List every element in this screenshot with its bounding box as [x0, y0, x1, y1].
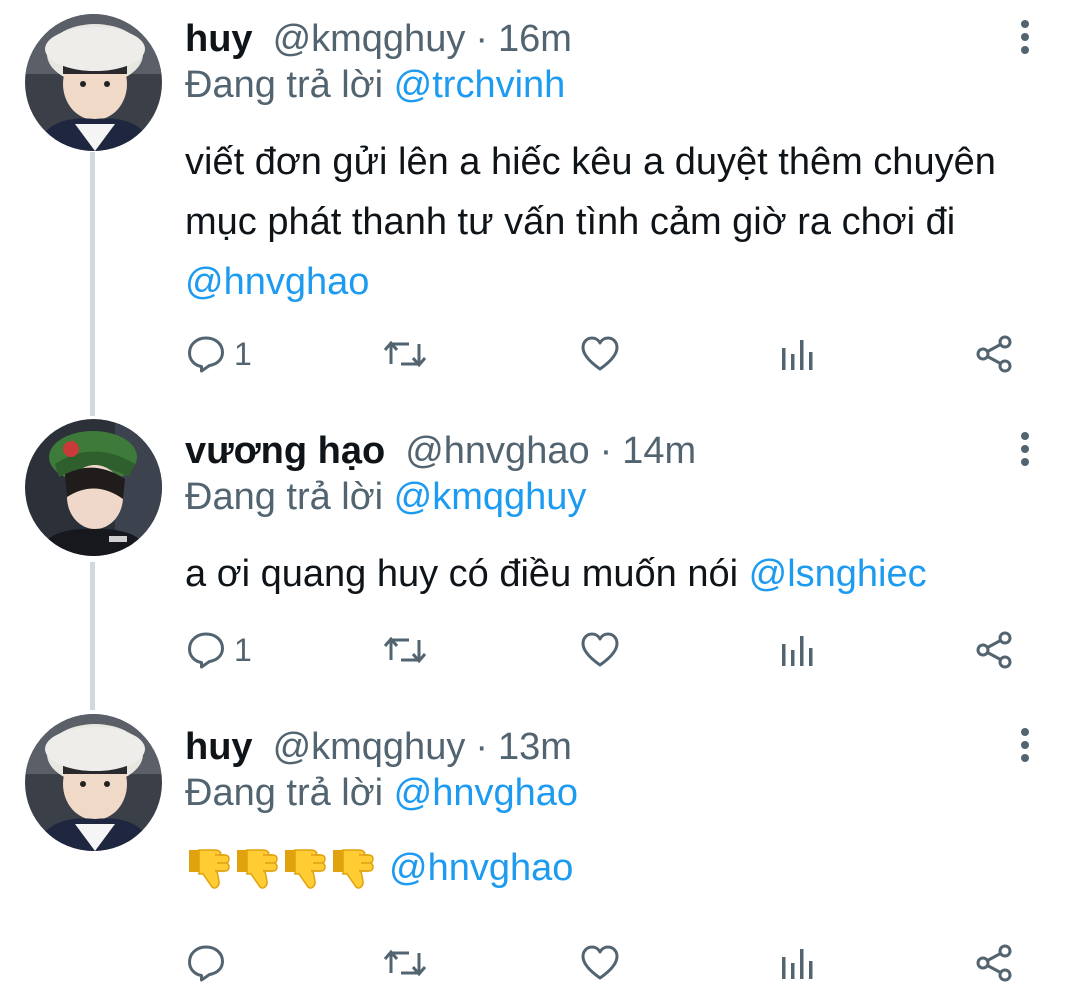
thumbs-down-icon [189, 849, 230, 889]
reply-count: 1 [234, 335, 252, 372]
analytics-icon [779, 632, 815, 668]
reply-button[interactable]: 1 [186, 329, 252, 379]
tweet-text: @hnvghao [185, 838, 1045, 898]
replying-prefix: Đang trả lời [185, 64, 384, 106]
tweet-mention[interactable]: @lsnghiec [749, 553, 927, 595]
reply-icon [186, 334, 226, 374]
action-bar [0, 938, 1080, 988]
replying-prefix: Đang trả lời [185, 772, 384, 814]
avatar[interactable] [25, 14, 162, 151]
like-button[interactable] [580, 625, 620, 675]
more-icon[interactable] [1010, 724, 1040, 770]
like-button[interactable] [580, 938, 620, 988]
analytics-button[interactable] [779, 938, 815, 988]
replying-to: Đang trả lời @trchvinh [185, 60, 565, 110]
share-icon [974, 943, 1014, 983]
thumbs-down-icon [285, 849, 326, 889]
tweet-text-line: a ơi quang huy có điều muốn nói [185, 553, 739, 595]
avatar[interactable] [25, 419, 162, 556]
author-handle[interactable]: @kmqghuy [273, 14, 466, 64]
tweet[interactable]: huy @kmqghuy · 16m Đang trả lời @trchvin… [0, 14, 1080, 394]
separator-dot: · [475, 726, 488, 768]
separator-dot: · [475, 18, 488, 60]
thumbs-down-emojis [185, 844, 377, 892]
analytics-button[interactable] [779, 329, 815, 379]
like-icon [580, 631, 620, 669]
author-name[interactable]: vương hạo [185, 426, 385, 476]
thumbs-down-icon [237, 849, 278, 889]
retweet-icon [383, 945, 427, 981]
replying-prefix: Đang trả lời [185, 476, 384, 518]
like-button[interactable] [580, 329, 620, 379]
retweet-button[interactable] [383, 625, 427, 675]
like-icon [580, 335, 620, 373]
more-icon[interactable] [1010, 16, 1040, 62]
separator-dot: · [599, 430, 613, 472]
share-button[interactable] [974, 625, 1014, 675]
tweet[interactable]: vương hạo @hnvghao · 14m Đang trả lời @k… [0, 419, 1080, 676]
author-name[interactable]: huy [185, 722, 253, 772]
author-handle[interactable]: @hnvghao [405, 426, 589, 476]
more-icon[interactable] [1010, 428, 1040, 474]
retweet-button[interactable] [383, 329, 427, 379]
reply-count: 1 [234, 631, 252, 668]
reply-icon [186, 943, 226, 983]
timestamp[interactable]: 13m [498, 722, 572, 772]
retweet-button[interactable] [383, 938, 427, 988]
reply-button[interactable]: 1 [186, 625, 252, 675]
share-button[interactable] [974, 938, 1014, 988]
share-button[interactable] [974, 329, 1014, 379]
like-icon [580, 944, 620, 982]
retweet-icon [383, 336, 427, 372]
replying-to-mention[interactable]: @trchvinh [394, 64, 566, 106]
author-name[interactable]: huy [185, 14, 253, 64]
timestamp[interactable]: 14m [622, 426, 696, 476]
reply-icon [186, 630, 226, 670]
tweet-text: viết đơn gửi lên a hiếc kêu a duyệt thêm… [185, 132, 1045, 312]
action-bar: 1 [0, 625, 1080, 675]
action-bar: 1 [0, 329, 1080, 379]
replying-to-mention[interactable]: @hnvghao [394, 772, 578, 814]
thumbs-down-icon [333, 849, 374, 889]
replying-to: Đang trả lời @kmqghuy [185, 472, 586, 522]
analytics-icon [779, 945, 815, 981]
reply-button[interactable] [186, 938, 234, 988]
retweet-icon [383, 632, 427, 668]
replying-to: Đang trả lời @hnvghao [185, 768, 578, 818]
tweet-mention[interactable]: @hnvghao [185, 252, 1045, 312]
replying-to-mention[interactable]: @kmqghuy [394, 476, 587, 518]
tweet-text-line: viết đơn gửi lên a hiếc kêu a duyệt thêm… [185, 141, 996, 183]
timestamp[interactable]: 16m [498, 14, 572, 64]
analytics-button[interactable] [779, 625, 815, 675]
analytics-icon [779, 336, 815, 372]
tweet-text: a ơi quang huy có điều muốn nói @lsnghie… [185, 544, 1045, 604]
share-icon [974, 334, 1014, 374]
author-handle[interactable]: @kmqghuy [273, 722, 466, 772]
share-icon [974, 630, 1014, 670]
tweet-text-line: mục phát thanh tư vấn tình cảm giờ ra ch… [185, 201, 956, 243]
tweet[interactable]: huy @kmqghuy · 13m Đang trả lời @hnvghao… [0, 714, 1080, 992]
avatar[interactable] [25, 714, 162, 851]
tweet-mention[interactable]: @hnvghao [389, 838, 573, 898]
